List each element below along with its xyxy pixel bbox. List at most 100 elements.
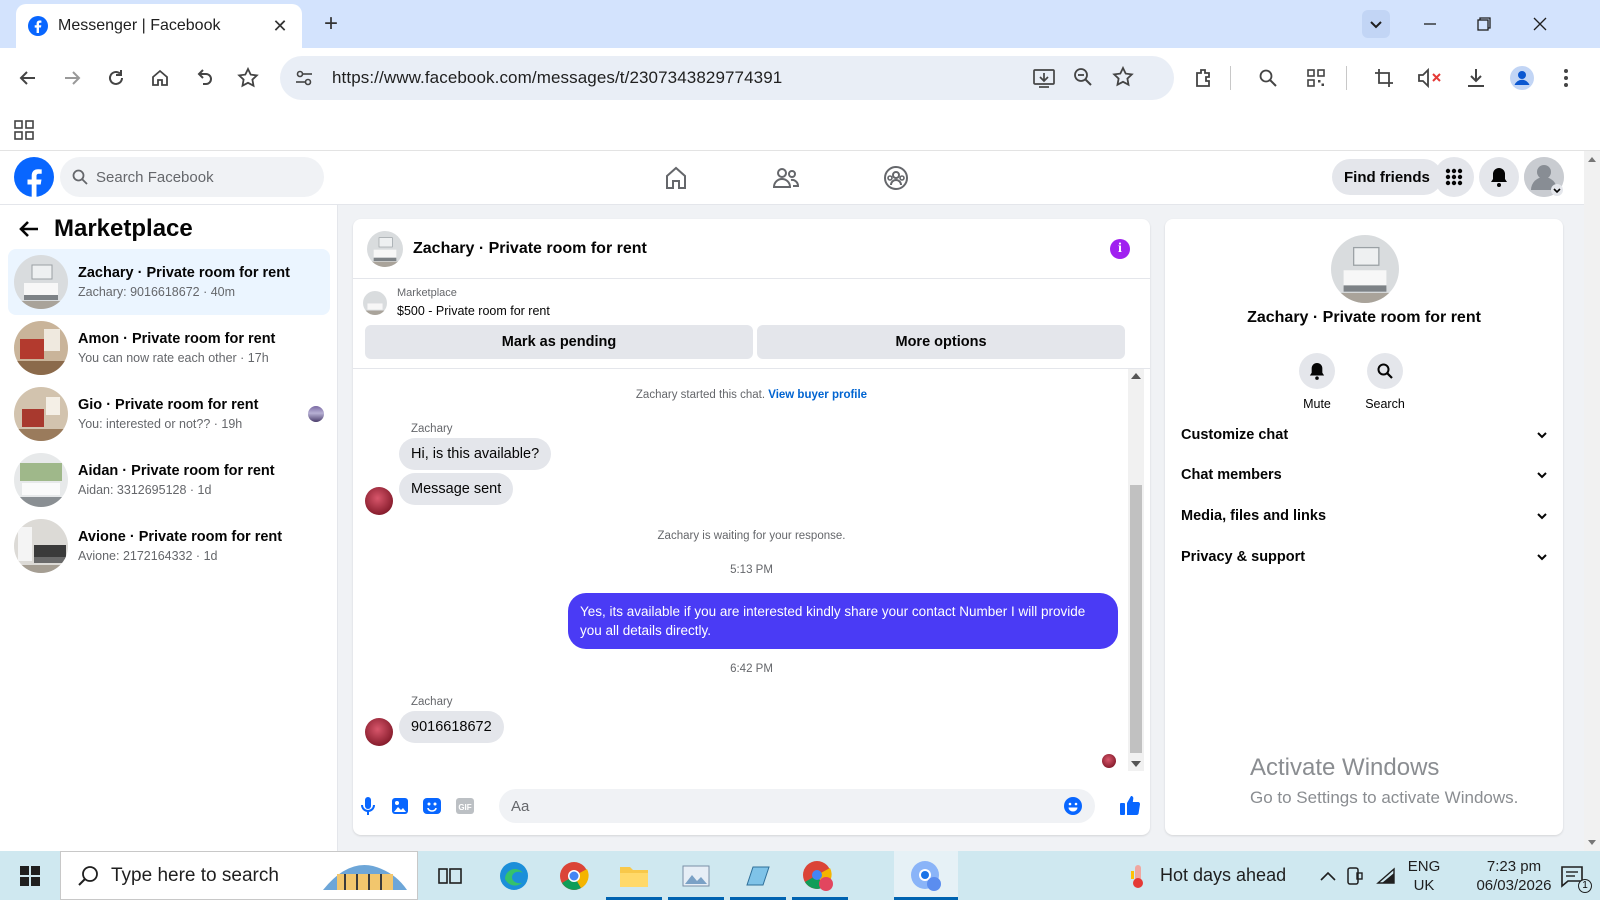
microphone-icon[interactable]: [357, 795, 379, 817]
groups-nav-icon[interactable]: [880, 162, 912, 194]
notes-app-icon[interactable]: [740, 859, 776, 893]
search-in-conversation-button[interactable]: Search: [1355, 353, 1415, 411]
weather-text[interactable]: Hot days ahead: [1160, 866, 1286, 885]
back-icon[interactable]: [14, 64, 42, 92]
conversation-item[interactable]: Zachary · Private room for rent Zachary:…: [8, 249, 330, 315]
muted-tab-icon[interactable]: [1416, 64, 1444, 92]
browser-tab[interactable]: Messenger | Facebook ✕: [16, 4, 302, 48]
url-text[interactable]: https://www.facebook.com/messages/t/2307…: [332, 68, 782, 88]
more-options-button[interactable]: More options: [757, 325, 1125, 359]
weather-thermometer-icon[interactable]: [1120, 859, 1156, 893]
taskbar-search-box[interactable]: [60, 851, 418, 900]
chat-title[interactable]: Zachary · Private room for rent: [413, 240, 647, 258]
scroll-down-icon[interactable]: [1588, 840, 1596, 845]
tab-search-icon[interactable]: [1362, 10, 1390, 38]
home-icon[interactable]: [146, 64, 174, 92]
sticker-icon[interactable]: [421, 795, 443, 817]
reload-icon[interactable]: [102, 64, 130, 92]
chat-scrollbar[interactable]: [1128, 369, 1144, 771]
profile-icon[interactable]: [1508, 64, 1536, 92]
message-input[interactable]: [511, 797, 1051, 815]
contact-avatar[interactable]: [1331, 235, 1399, 303]
facebook-search-input[interactable]: [96, 168, 296, 186]
facebook-search-box[interactable]: [60, 157, 324, 197]
search-tabs-icon[interactable]: [1254, 64, 1282, 92]
chat-avatar[interactable]: [367, 230, 403, 267]
qr-code-icon[interactable]: [1302, 64, 1330, 92]
contact-name: Zachary · Private room for rent: [1247, 309, 1481, 326]
forward-icon[interactable]: [58, 64, 86, 92]
restore-icon[interactable]: [1470, 10, 1498, 38]
meet-now-icon[interactable]: [1336, 859, 1372, 893]
windows-start-icon[interactable]: [12, 859, 48, 893]
media-files-links-section[interactable]: Media, files and links: [1181, 496, 1547, 536]
emoji-icon[interactable]: [1063, 796, 1083, 816]
chrome-icon[interactable]: [556, 859, 592, 893]
privacy-support-section[interactable]: Privacy & support: [1181, 537, 1547, 577]
back-arrow-icon[interactable]: [18, 219, 40, 239]
message-input-box[interactable]: [499, 789, 1095, 823]
bookmark-star-icon[interactable]: [234, 64, 262, 92]
conversation-info-icon[interactable]: i: [1110, 239, 1130, 259]
incoming-message[interactable]: Hi, is this available?: [399, 438, 552, 470]
bookmarks-bar: [0, 108, 1600, 151]
gif-icon[interactable]: GIF: [454, 795, 476, 817]
conversation-item[interactable]: Avione · Private room for rent Avione: 2…: [8, 513, 330, 579]
home-nav-icon[interactable]: [660, 162, 692, 194]
listing-title[interactable]: $500 - Private room for rent: [397, 304, 550, 318]
incoming-message[interactable]: Message sent: [399, 473, 514, 505]
close-window-icon[interactable]: [1526, 10, 1554, 38]
browser-menu-icon[interactable]: [1552, 64, 1580, 92]
photos-app-icon[interactable]: [678, 859, 714, 893]
zoom-out-icon[interactable]: [1072, 66, 1094, 88]
minimize-icon[interactable]: [1416, 10, 1444, 38]
extensions-icon[interactable]: [1190, 64, 1218, 92]
site-info-icon[interactable]: [294, 68, 314, 88]
scroll-up-icon[interactable]: [1588, 157, 1596, 162]
task-view-icon[interactable]: [432, 859, 468, 893]
customize-chat-section[interactable]: Customize chat: [1181, 415, 1547, 455]
chrome-active-window-icon[interactable]: [908, 859, 944, 893]
view-buyer-profile-link[interactable]: View buyer profile: [768, 389, 867, 401]
sender-avatar[interactable]: [365, 487, 393, 515]
close-tab-icon[interactable]: ✕: [268, 14, 292, 38]
undo-icon[interactable]: [190, 64, 218, 92]
page-scrollbar[interactable]: [1584, 151, 1600, 851]
new-tab-icon[interactable]: +: [318, 12, 344, 38]
install-app-icon[interactable]: [1032, 66, 1056, 90]
photo-icon[interactable]: [389, 795, 411, 817]
find-friends-button[interactable]: Find friends: [1332, 159, 1442, 195]
clock[interactable]: 7:23 pm 06/03/2026: [1462, 857, 1566, 895]
outgoing-message[interactable]: Yes, its available if you are interested…: [568, 593, 1118, 649]
conversation-item[interactable]: Amon · Private room for rent You can now…: [8, 315, 330, 381]
chrome-profile-icon[interactable]: [800, 859, 836, 893]
account-avatar[interactable]: [1524, 157, 1564, 197]
notification-center-icon[interactable]: 1: [1554, 859, 1592, 893]
apps-grid-icon[interactable]: [14, 120, 34, 140]
sender-avatar[interactable]: [365, 718, 393, 746]
scroll-down-icon[interactable]: [1131, 761, 1141, 767]
language-indicator[interactable]: ENG UK: [1404, 857, 1444, 895]
listing-thumbnail[interactable]: [363, 291, 387, 315]
menu-grid-icon[interactable]: [1434, 157, 1474, 197]
file-explorer-icon[interactable]: [616, 859, 652, 893]
taskbar-search-input[interactable]: [111, 864, 311, 887]
downloads-icon[interactable]: [1462, 64, 1490, 92]
crop-icon[interactable]: [1370, 64, 1398, 92]
facebook-logo-icon[interactable]: [14, 157, 54, 197]
conversation-item[interactable]: Gio · Private room for rent You: interes…: [8, 381, 330, 447]
conversation-item[interactable]: Aidan · Private room for rent Aidan: 331…: [8, 447, 330, 513]
mute-button[interactable]: Mute: [1287, 353, 1347, 411]
friends-nav-icon[interactable]: [770, 162, 802, 194]
bookmark-page-star-icon[interactable]: [1112, 66, 1134, 88]
like-thumb-icon[interactable]: [1119, 794, 1141, 816]
scroll-up-icon[interactable]: [1131, 373, 1141, 379]
chat-members-section[interactable]: Chat members: [1181, 455, 1547, 495]
edge-browser-icon[interactable]: [496, 859, 532, 893]
address-bar[interactable]: https://www.facebook.com/messages/t/2307…: [280, 56, 1174, 100]
incoming-message[interactable]: 9016618672: [399, 711, 504, 743]
notifications-bell-icon[interactable]: [1479, 157, 1519, 197]
wifi-icon[interactable]: [1368, 859, 1404, 893]
mark-as-pending-button[interactable]: Mark as pending: [365, 325, 753, 359]
chat-scroll-thumb[interactable]: [1130, 485, 1142, 753]
